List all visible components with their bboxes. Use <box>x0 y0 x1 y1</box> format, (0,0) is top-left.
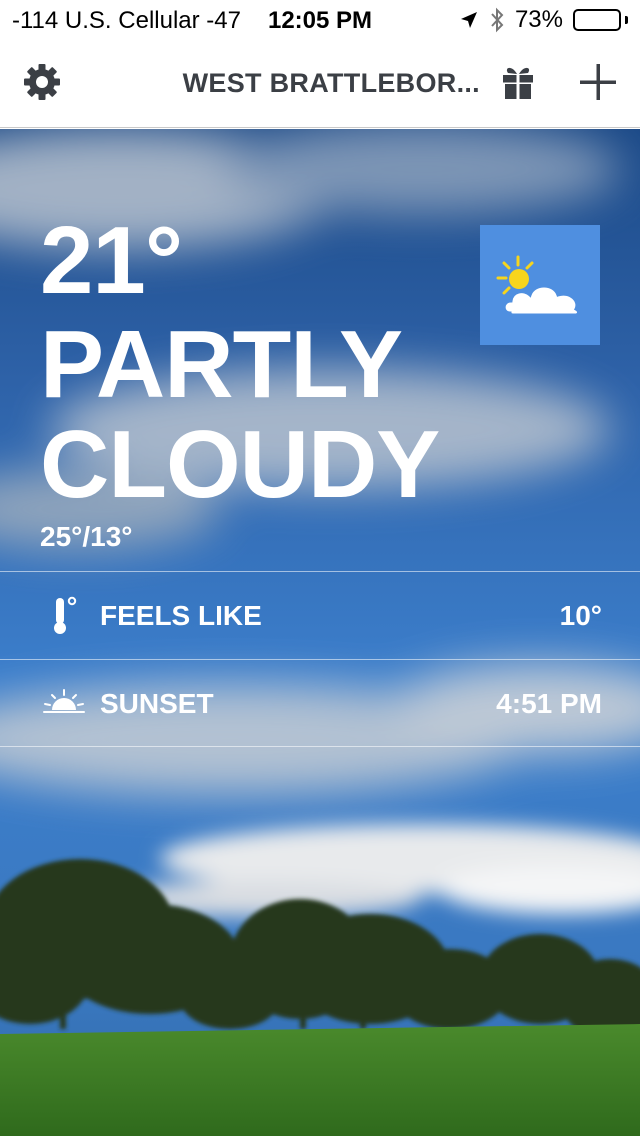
current-temperature: 21° <box>40 207 183 314</box>
bluetooth-icon <box>489 7 505 33</box>
location-arrow-icon <box>459 10 479 30</box>
feels-like-row: FEELS LIKE 10° <box>0 571 640 659</box>
sunset-value: 4:51 PM <box>496 688 602 719</box>
add-location-button[interactable] <box>576 62 620 106</box>
nav-bar: WEST BRATTLEBOR... <box>0 40 640 128</box>
sunset-row: SUNSET 4:51 PM <box>0 659 640 747</box>
partly-cloudy-icon <box>480 255 600 349</box>
condition-icon-tile <box>480 225 600 345</box>
gift-icon <box>500 63 536 106</box>
battery-icon <box>573 9 628 31</box>
battery-percent: 73% <box>514 6 563 33</box>
settings-button[interactable] <box>20 62 64 106</box>
condition-line-1: PARTLY <box>40 311 403 418</box>
feels-like-label: FEELS LIKE <box>100 600 262 631</box>
status-indicators: 73% <box>459 6 628 34</box>
sunset-icon <box>42 682 86 726</box>
feels-like-value: 10° <box>559 600 602 631</box>
gift-button[interactable] <box>496 62 540 106</box>
thermometer-icon <box>42 594 86 638</box>
condition-line-2: CLOUDY <box>40 411 440 518</box>
plus-icon <box>578 62 618 107</box>
status-bar: -114 U.S. Cellular -47 12:05 PM 73% <box>0 0 640 40</box>
weather-hero: 21° PARTLY CLOUDY 25°/13° FEELS LIKE 10°… <box>0 129 640 1136</box>
gear-icon <box>22 62 62 107</box>
sunset-label: SUNSET <box>100 688 214 719</box>
location-title[interactable]: WEST BRATTLEBOR... <box>140 68 480 99</box>
condition-text: PARTLY CLOUDY <box>40 311 440 518</box>
high-low-temperature: 25°/13° <box>40 521 133 552</box>
